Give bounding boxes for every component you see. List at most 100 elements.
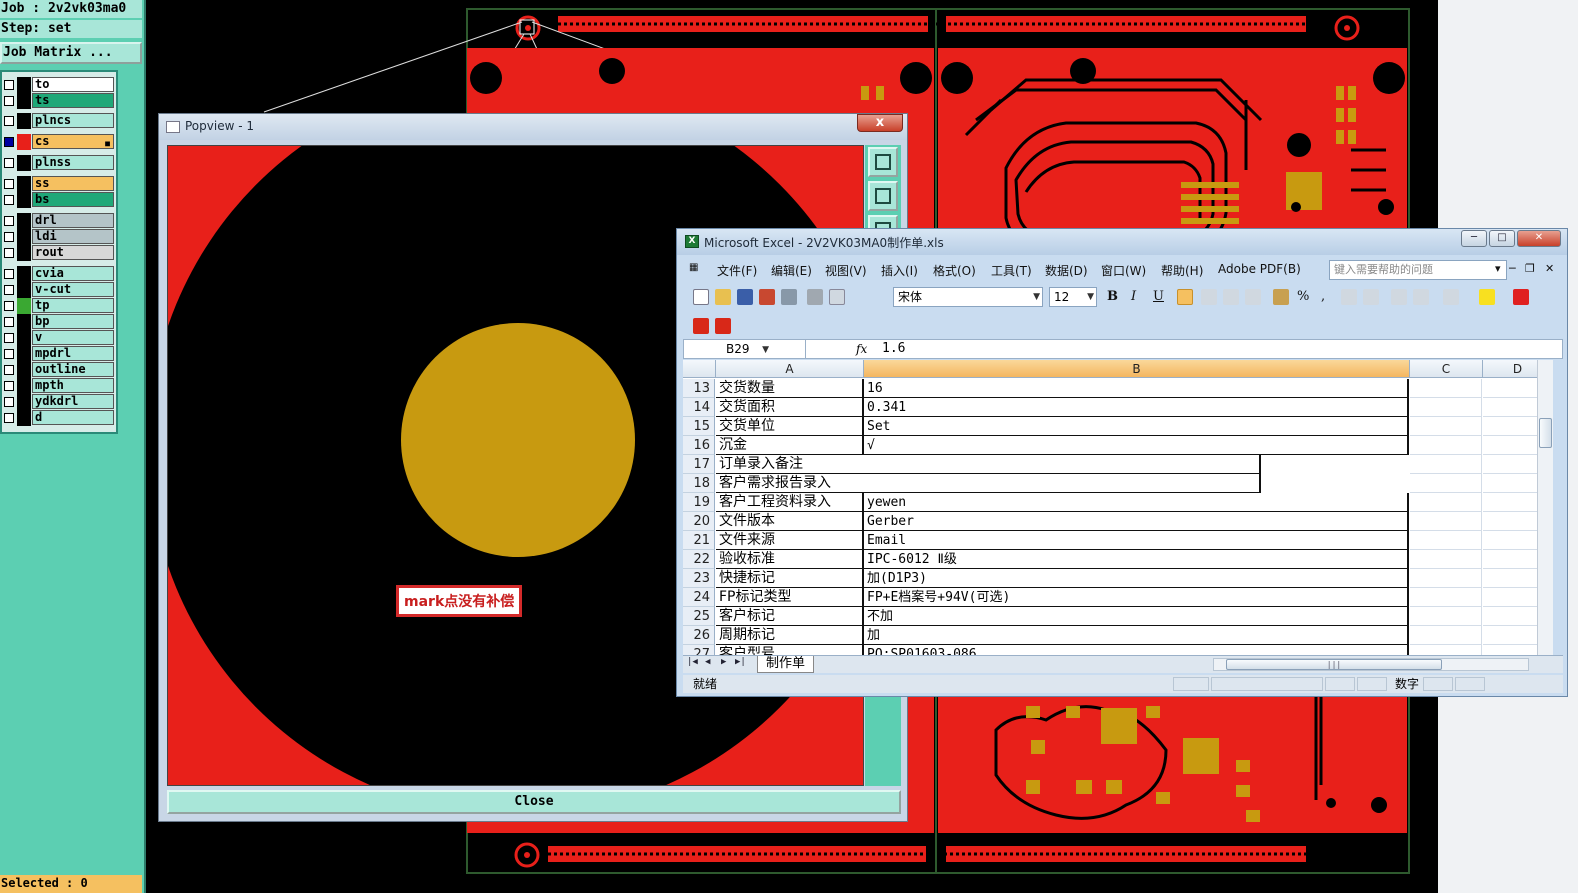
layer-checkbox[interactable] xyxy=(4,365,14,375)
cell-c[interactable] xyxy=(1410,626,1482,645)
merge-center-icon[interactable] xyxy=(1245,289,1261,305)
italic-button[interactable]: I xyxy=(1131,289,1136,304)
cell-c[interactable] xyxy=(1410,569,1482,588)
print-icon[interactable] xyxy=(781,289,797,305)
layer-checkbox[interactable] xyxy=(4,317,14,327)
cell-c[interactable] xyxy=(1410,493,1482,512)
help-search-input[interactable]: 键入需要帮助的问题 xyxy=(1329,260,1507,280)
layer-checkbox[interactable] xyxy=(4,381,14,391)
cell-b[interactable]: √ xyxy=(864,436,1409,455)
job-matrix-button[interactable]: Job Matrix ... xyxy=(0,42,142,64)
cell-b[interactable]: IPC-6012 Ⅱ级 xyxy=(864,550,1409,569)
menu-format[interactable]: 格式(O) xyxy=(933,262,976,279)
pdf-email-icon[interactable] xyxy=(715,318,731,334)
cell-a[interactable]: 文件来源 xyxy=(716,531,864,550)
layer-name[interactable]: bp xyxy=(32,314,114,329)
cell-c[interactable] xyxy=(1410,531,1482,550)
layer-row-bp[interactable]: bp xyxy=(2,314,116,330)
layer-name[interactable]: ydkdrl xyxy=(32,394,114,409)
font-size-select[interactable]: 12 ▼ xyxy=(1049,287,1097,307)
menu-view[interactable]: 视图(V) xyxy=(825,262,867,279)
horizontal-scrollbar[interactable]: ||| xyxy=(1213,658,1529,671)
menu-file[interactable]: 文件(F) xyxy=(717,262,757,279)
cell-a[interactable]: 快捷标记 xyxy=(716,569,864,588)
minimize-button[interactable]: ─ xyxy=(1461,230,1487,247)
cell-a[interactable]: 客户工程资料录入 xyxy=(716,493,864,512)
name-box[interactable]: B29 ▼ xyxy=(684,340,806,358)
cell-a[interactable]: 交货单位 xyxy=(716,417,864,436)
cell-a[interactable]: 交货面积 xyxy=(716,398,864,417)
cell-c[interactable] xyxy=(1410,455,1482,474)
sheet-tab[interactable]: 制作单 xyxy=(757,656,815,673)
layer-row-ldi[interactable]: ldi xyxy=(2,229,116,245)
layer-row-to[interactable]: to xyxy=(2,77,116,93)
popview-titlebar[interactable]: Popview - 1 x xyxy=(159,114,907,140)
layer-name[interactable]: cs ■ xyxy=(32,134,114,149)
cell-c[interactable] xyxy=(1410,550,1482,569)
layer-color-swatch[interactable] xyxy=(17,394,31,410)
row-number[interactable]: 22 xyxy=(683,550,715,569)
layer-color-swatch[interactable] xyxy=(17,229,31,245)
layer-checkbox[interactable] xyxy=(4,195,14,205)
cell-a[interactable]: 客户标记 xyxy=(716,607,864,626)
fill-color-icon[interactable] xyxy=(1479,289,1495,305)
column-header-a[interactable]: A xyxy=(716,360,864,378)
layer-name[interactable]: cvia xyxy=(32,266,114,281)
prev-sheet-icon[interactable]: ◀ xyxy=(705,657,710,667)
layer-row-mpdrl[interactable]: mpdrl xyxy=(2,346,116,362)
layer-checkbox[interactable] xyxy=(4,96,14,106)
layer-color-swatch[interactable] xyxy=(17,134,31,150)
layer-row-mpth[interactable]: mpth xyxy=(2,378,116,394)
layer-checkbox[interactable] xyxy=(4,269,14,279)
layer-row-cvia[interactable]: cvia xyxy=(2,266,116,282)
layer-checkbox[interactable] xyxy=(4,333,14,343)
maximize-button[interactable]: □ xyxy=(1489,230,1515,247)
print-preview-icon[interactable] xyxy=(807,289,823,305)
doc-minimize-icon[interactable]: ─ xyxy=(1509,262,1516,275)
permission-icon[interactable] xyxy=(759,289,775,305)
select-all-corner[interactable] xyxy=(683,360,716,378)
menu-data[interactable]: 数据(D) xyxy=(1045,262,1088,279)
layer-name[interactable]: mpdrl xyxy=(32,346,114,361)
cell-a[interactable]: 文件版本 xyxy=(716,512,864,531)
formula-input[interactable]: 1.6 xyxy=(882,340,905,358)
cell-c[interactable] xyxy=(1410,379,1482,398)
align-right-icon[interactable] xyxy=(1223,289,1239,305)
layer-row-bs[interactable]: bs xyxy=(2,192,116,208)
layer-color-swatch[interactable] xyxy=(17,362,31,378)
chevron-down-icon[interactable]: ▼ xyxy=(762,341,769,359)
layer-color-swatch[interactable] xyxy=(17,176,31,192)
cell-c[interactable] xyxy=(1410,512,1482,531)
row-number[interactable]: 26 xyxy=(683,626,715,645)
layer-checkbox[interactable] xyxy=(4,413,14,423)
cell-a[interactable]: 验收标准 xyxy=(716,550,864,569)
increase-indent-icon[interactable] xyxy=(1413,289,1429,305)
next-sheet-icon[interactable]: ▶ xyxy=(721,657,726,667)
layer-checkbox[interactable] xyxy=(4,301,14,311)
cell-c[interactable] xyxy=(1410,588,1482,607)
layer-color-swatch[interactable] xyxy=(17,192,31,208)
align-center-icon[interactable] xyxy=(1201,289,1217,305)
home-view-button[interactable] xyxy=(868,181,898,211)
row-number[interactable]: 15 xyxy=(683,417,715,436)
row-number[interactable]: 24 xyxy=(683,588,715,607)
zoom-fit-button[interactable] xyxy=(868,147,898,177)
layer-checkbox[interactable] xyxy=(4,158,14,168)
row-number[interactable]: 20 xyxy=(683,512,715,531)
row-number[interactable]: 14 xyxy=(683,398,715,417)
cell-a[interactable]: FP标记类型 xyxy=(716,588,864,607)
layer-checkbox[interactable] xyxy=(4,285,14,295)
cell-c[interactable] xyxy=(1410,436,1482,455)
menu-edit[interactable]: 编辑(E) xyxy=(771,262,812,279)
percent-button[interactable]: % xyxy=(1297,289,1309,304)
layer-color-swatch[interactable] xyxy=(17,113,31,129)
borders-icon[interactable] xyxy=(1443,289,1459,305)
layer-row-cs[interactable]: cs ■ xyxy=(2,134,116,150)
research-icon[interactable] xyxy=(829,289,845,305)
menu-tools[interactable]: 工具(T) xyxy=(991,262,1032,279)
cell-a[interactable]: 客户型号 xyxy=(716,645,864,655)
new-icon[interactable] xyxy=(693,289,709,305)
layer-name[interactable]: v xyxy=(32,330,114,345)
layer-checkbox[interactable] xyxy=(4,397,14,407)
font-color-icon[interactable] xyxy=(1513,289,1529,305)
